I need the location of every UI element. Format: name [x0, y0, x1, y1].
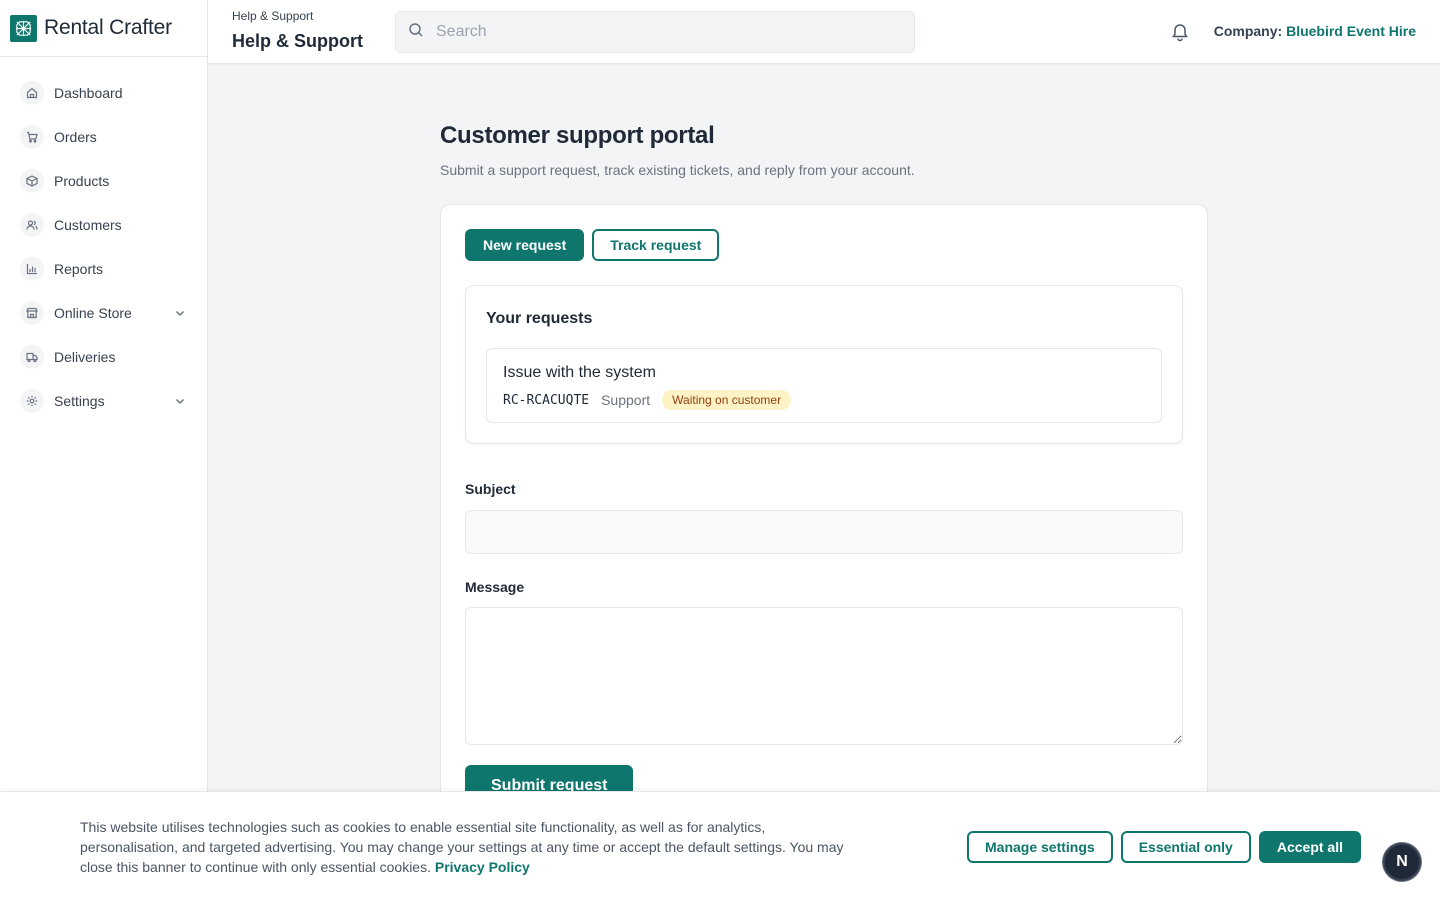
chevron-down-icon[interactable] [173, 306, 187, 320]
store-icon [20, 301, 44, 325]
page-title: Customer support portal [440, 122, 715, 149]
sidebar-item-label: Products [54, 173, 110, 189]
brand-logo-icon [10, 14, 37, 42]
sidebar-item-label: Online Store [54, 305, 132, 321]
users-icon [20, 213, 44, 237]
company-indicator[interactable]: Company: Bluebird Event Hire [1214, 23, 1416, 39]
sidebar-nav: Dashboard Orders Products Customers Repo… [0, 57, 207, 423]
sidebar-item-deliveries[interactable]: Deliveries [0, 335, 207, 379]
request-subject: Issue with the system [503, 364, 656, 381]
company-label: Company: [1213, 23, 1283, 39]
sidebar-item-online-store[interactable]: Online Store [0, 291, 207, 335]
your-requests-panel: Your requests Issue with the system RC-R… [465, 285, 1183, 444]
sidebar-item-label: Settings [54, 393, 105, 409]
cookie-banner: This website utilises technologies such … [0, 791, 1440, 900]
request-category: Support [601, 392, 651, 408]
sidebar-item-label: Dashboard [54, 85, 123, 101]
subject-input[interactable] [465, 510, 1183, 554]
chevron-down-icon[interactable] [173, 394, 187, 408]
search-bar[interactable] [395, 11, 915, 53]
main-content: Customer support portal Submit a support… [208, 64, 1440, 900]
request-id: RC-RCACUQTE [503, 392, 590, 408]
sidebar-item-reports[interactable]: Reports [0, 247, 207, 291]
brand[interactable]: Rental Crafter [0, 0, 207, 57]
brand-name: Rental Crafter [44, 16, 172, 39]
truck-icon [20, 345, 44, 369]
page-subtitle: Submit a support request, track existing… [440, 162, 915, 178]
home-icon [20, 81, 44, 105]
gear-icon [20, 389, 44, 413]
search-input[interactable] [436, 23, 876, 41]
sidebar-item-label: Orders [54, 129, 97, 145]
sidebar: Rental Crafter Dashboard Orders Products… [0, 0, 208, 900]
sidebar-item-label: Deliveries [54, 349, 116, 365]
cookie-text: This website utilises technologies such … [80, 817, 850, 877]
sidebar-item-products[interactable]: Products [0, 159, 207, 203]
header-title: Help & Support [232, 31, 363, 51]
cookie-actions: Manage settings Essential only Accept al… [967, 831, 1361, 863]
sidebar-item-customers[interactable]: Customers [0, 203, 207, 247]
bar-chart-icon [20, 257, 44, 281]
message-label: Message [465, 579, 525, 595]
search-icon [408, 22, 424, 43]
essential-only-button[interactable]: Essential only [1120, 831, 1251, 863]
request-item[interactable]: Issue with the system RC-RCACUQTE Suppor… [486, 348, 1162, 423]
sidebar-item-settings[interactable]: Settings [0, 379, 207, 423]
sidebar-item-orders[interactable]: Orders [0, 115, 207, 159]
manage-settings-button[interactable]: Manage settings [967, 831, 1113, 863]
accept-all-button[interactable]: Accept all [1258, 831, 1361, 863]
breadcrumb[interactable]: Help & Support [232, 9, 313, 23]
request-tabs: New request Track request [465, 229, 720, 261]
subject-label: Subject [465, 481, 516, 497]
tab-new-request[interactable]: New request [465, 229, 585, 261]
box-icon [20, 169, 44, 193]
request-meta: RC-RCACUQTE Support Waiting on customer [503, 390, 792, 410]
sidebar-item-dashboard[interactable]: Dashboard [0, 71, 207, 115]
tab-track-request[interactable]: Track request [592, 229, 720, 261]
bell-icon[interactable] [1170, 22, 1190, 42]
floating-n-badge[interactable]: N [1383, 843, 1421, 881]
sidebar-item-label: Reports [54, 261, 104, 277]
message-textarea[interactable] [465, 607, 1183, 745]
status-badge: Waiting on customer [662, 390, 792, 410]
cart-icon [20, 125, 44, 149]
company-name: Bluebird Event Hire [1286, 23, 1416, 39]
privacy-policy-link[interactable]: Privacy Policy [435, 859, 530, 875]
sidebar-item-label: Customers [54, 217, 122, 233]
top-header: Help & Support Help & Support Company: B… [208, 0, 1440, 64]
requests-title: Your requests [486, 310, 593, 327]
